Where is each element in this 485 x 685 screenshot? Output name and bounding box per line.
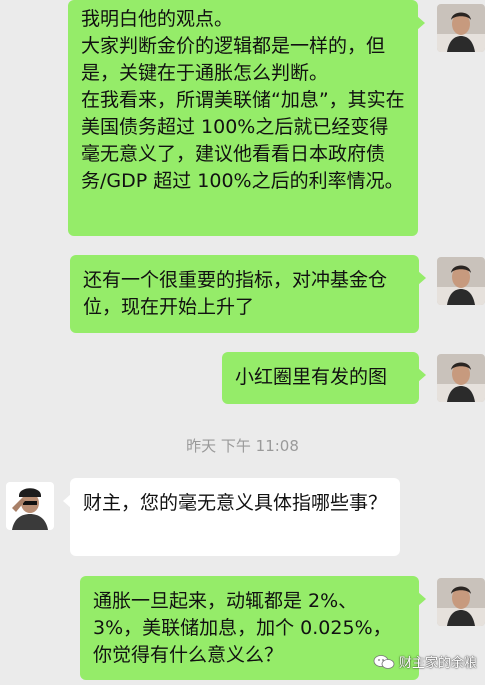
avatar-man-portrait-icon [437,578,485,626]
self-avatar[interactable] [437,354,485,402]
other-avatar[interactable] [6,482,54,530]
self-avatar[interactable] [437,578,485,626]
message-row-3: 小红圈里有发的图 [0,352,485,408]
message-bubble[interactable]: 还有一个很重要的指标，对冲基金仓位，现在开始上升了 [70,255,426,333]
message-row-1: 我明白他的观点。 大家判断金价的逻辑都是一样的，但是，关键在于通胀怎么判断。 在… [0,0,485,240]
avatar-man-portrait-icon [437,4,485,52]
message-row-4: 财主，您的毫无意义具体指哪些事？ [0,478,485,558]
message-bubble[interactable]: 我明白他的观点。 大家判断金价的逻辑都是一样的，但是，关键在于通胀怎么判断。 在… [68,0,425,236]
self-avatar[interactable] [437,257,485,305]
avatar-saluting-man-icon [6,482,54,530]
message-bubble[interactable]: 财主，您的毫无意义具体指哪些事？ [63,478,400,556]
message-bubble[interactable]: 通胀一旦起来，动辄都是 2%、3%，美联储加息，加个 0.025%，你觉得有什么… [80,576,426,680]
message-row-2: 还有一个很重要的指标，对冲基金仓位，现在开始上升了 [0,255,485,335]
chat-timestamp: 昨天 下午 11:08 [186,437,299,455]
self-avatar[interactable] [437,4,485,52]
watermark: 财主家的余粮 [373,652,477,671]
wechat-official-account-icon [373,654,395,669]
avatar-man-portrait-icon [437,354,485,402]
avatar-man-portrait-icon [437,257,485,305]
chat-window: 我明白他的观点。 大家判断金价的逻辑都是一样的，但是，关键在于通胀怎么判断。 在… [0,0,485,685]
message-bubble[interactable]: 小红圈里有发的图 [222,352,426,404]
watermark-text: 财主家的余粮 [398,656,477,671]
